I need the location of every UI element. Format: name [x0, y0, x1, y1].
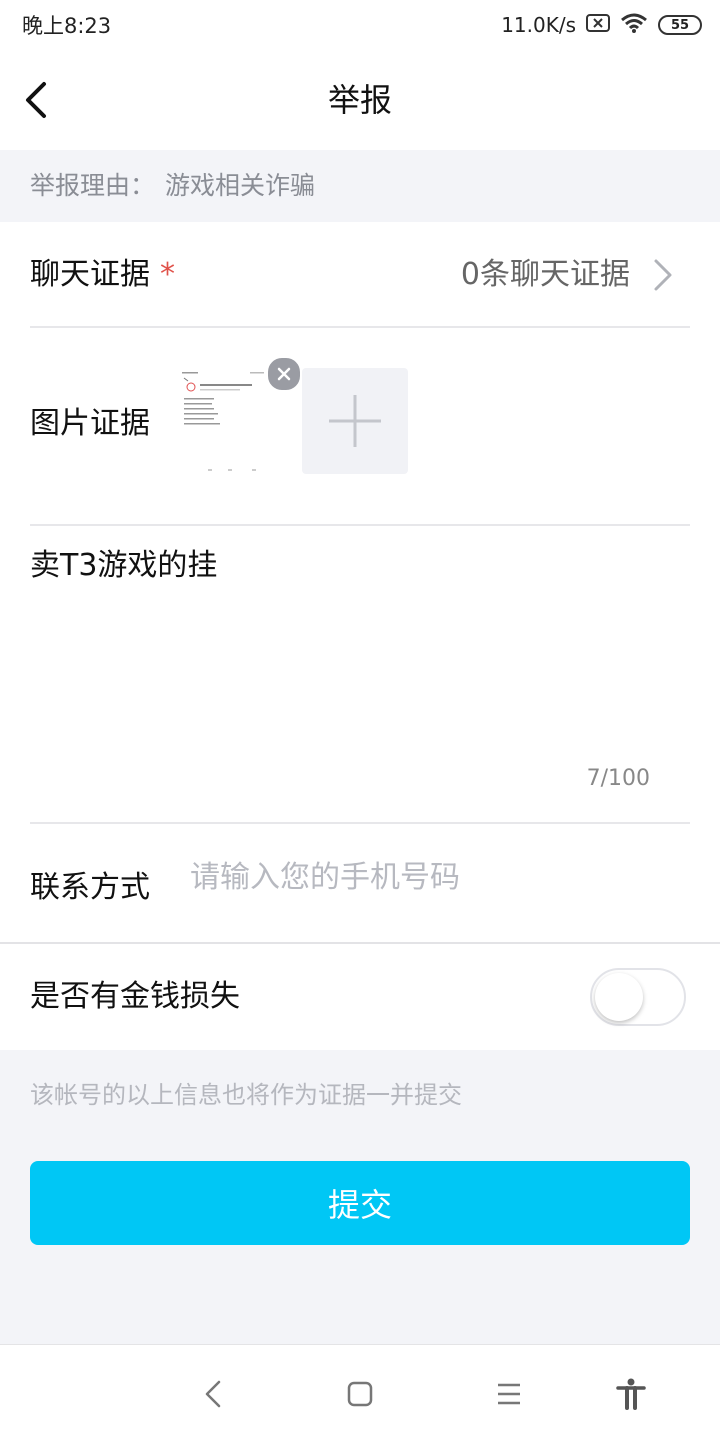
back-button[interactable] [10, 72, 60, 128]
submit-button[interactable]: 提交 [30, 1161, 690, 1245]
chat-evidence-row[interactable]: 聊天证据 * 0条聊天证据 [0, 222, 720, 327]
network-speed: 11.0K/s [501, 13, 576, 37]
chat-evidence-count: 0条聊天证据 [460, 257, 630, 292]
nav-back-button[interactable] [188, 1369, 238, 1419]
description-textarea[interactable]: 卖T3游戏的挂 [30, 540, 670, 740]
add-image-button[interactable] [302, 368, 408, 474]
status-bar: 晚上8:23 11.0K/s 55 [0, 0, 720, 50]
chat-evidence-label-wrap: 聊天证据 * [30, 222, 175, 327]
home-square-icon [347, 1381, 373, 1407]
accessibility-button[interactable] [606, 1369, 656, 1419]
image-evidence-label: 图片证据 [30, 406, 150, 441]
chat-evidence-label: 聊天证据 [30, 257, 150, 292]
required-mark: * [160, 257, 175, 292]
remove-image-button[interactable] [266, 356, 302, 392]
report-form: 聊天证据 * 0条聊天证据 图片证据 卖T3游戏的挂 7/100 联系方式 请输… [0, 222, 720, 944]
battery-icon: 55 [658, 15, 702, 35]
nav-home-button[interactable] [335, 1369, 385, 1419]
page-title: 举报 [327, 81, 392, 119]
close-icon [277, 367, 291, 381]
wifi-icon [620, 12, 648, 38]
toggle-knob [595, 973, 643, 1021]
contact-label: 联系方式 [30, 870, 150, 905]
money-loss-row: 是否有金钱损失 [0, 944, 720, 1050]
report-reason-bar: 举报理由： 游戏相关诈骗 [0, 150, 720, 222]
divider [30, 524, 690, 526]
accessibility-icon [616, 1378, 646, 1410]
chevron-left-icon [26, 82, 46, 118]
divider [30, 326, 690, 328]
nav-menu-button[interactable] [484, 1369, 534, 1419]
report-reason-label: 举报理由： [30, 171, 156, 200]
header: 举报 [0, 50, 720, 150]
money-loss-toggle[interactable] [590, 968, 686, 1026]
char-counter: 7/100 [586, 766, 650, 791]
system-nav-bar [0, 1344, 720, 1441]
status-time: 晚上8:23 [22, 14, 112, 38]
chevron-right-icon [654, 259, 672, 291]
nav-back-icon [205, 1380, 221, 1408]
sim-off-icon [586, 13, 610, 37]
evidence-hint: 该帐号的以上信息也将作为证据一并提交 [30, 1081, 462, 1109]
menu-icon [498, 1383, 520, 1405]
phone-input[interactable] [190, 852, 690, 902]
report-reason-value: 游戏相关诈骗 [165, 171, 316, 200]
money-loss-label: 是否有金钱损失 [30, 979, 240, 1014]
evidence-thumbnail[interactable] [178, 362, 278, 472]
status-icons: 11.0K/s 55 [501, 10, 702, 40]
report-reason: 举报理由： 游戏相关诈骗 [30, 150, 315, 222]
divider [30, 822, 690, 824]
plus-icon [329, 395, 381, 447]
